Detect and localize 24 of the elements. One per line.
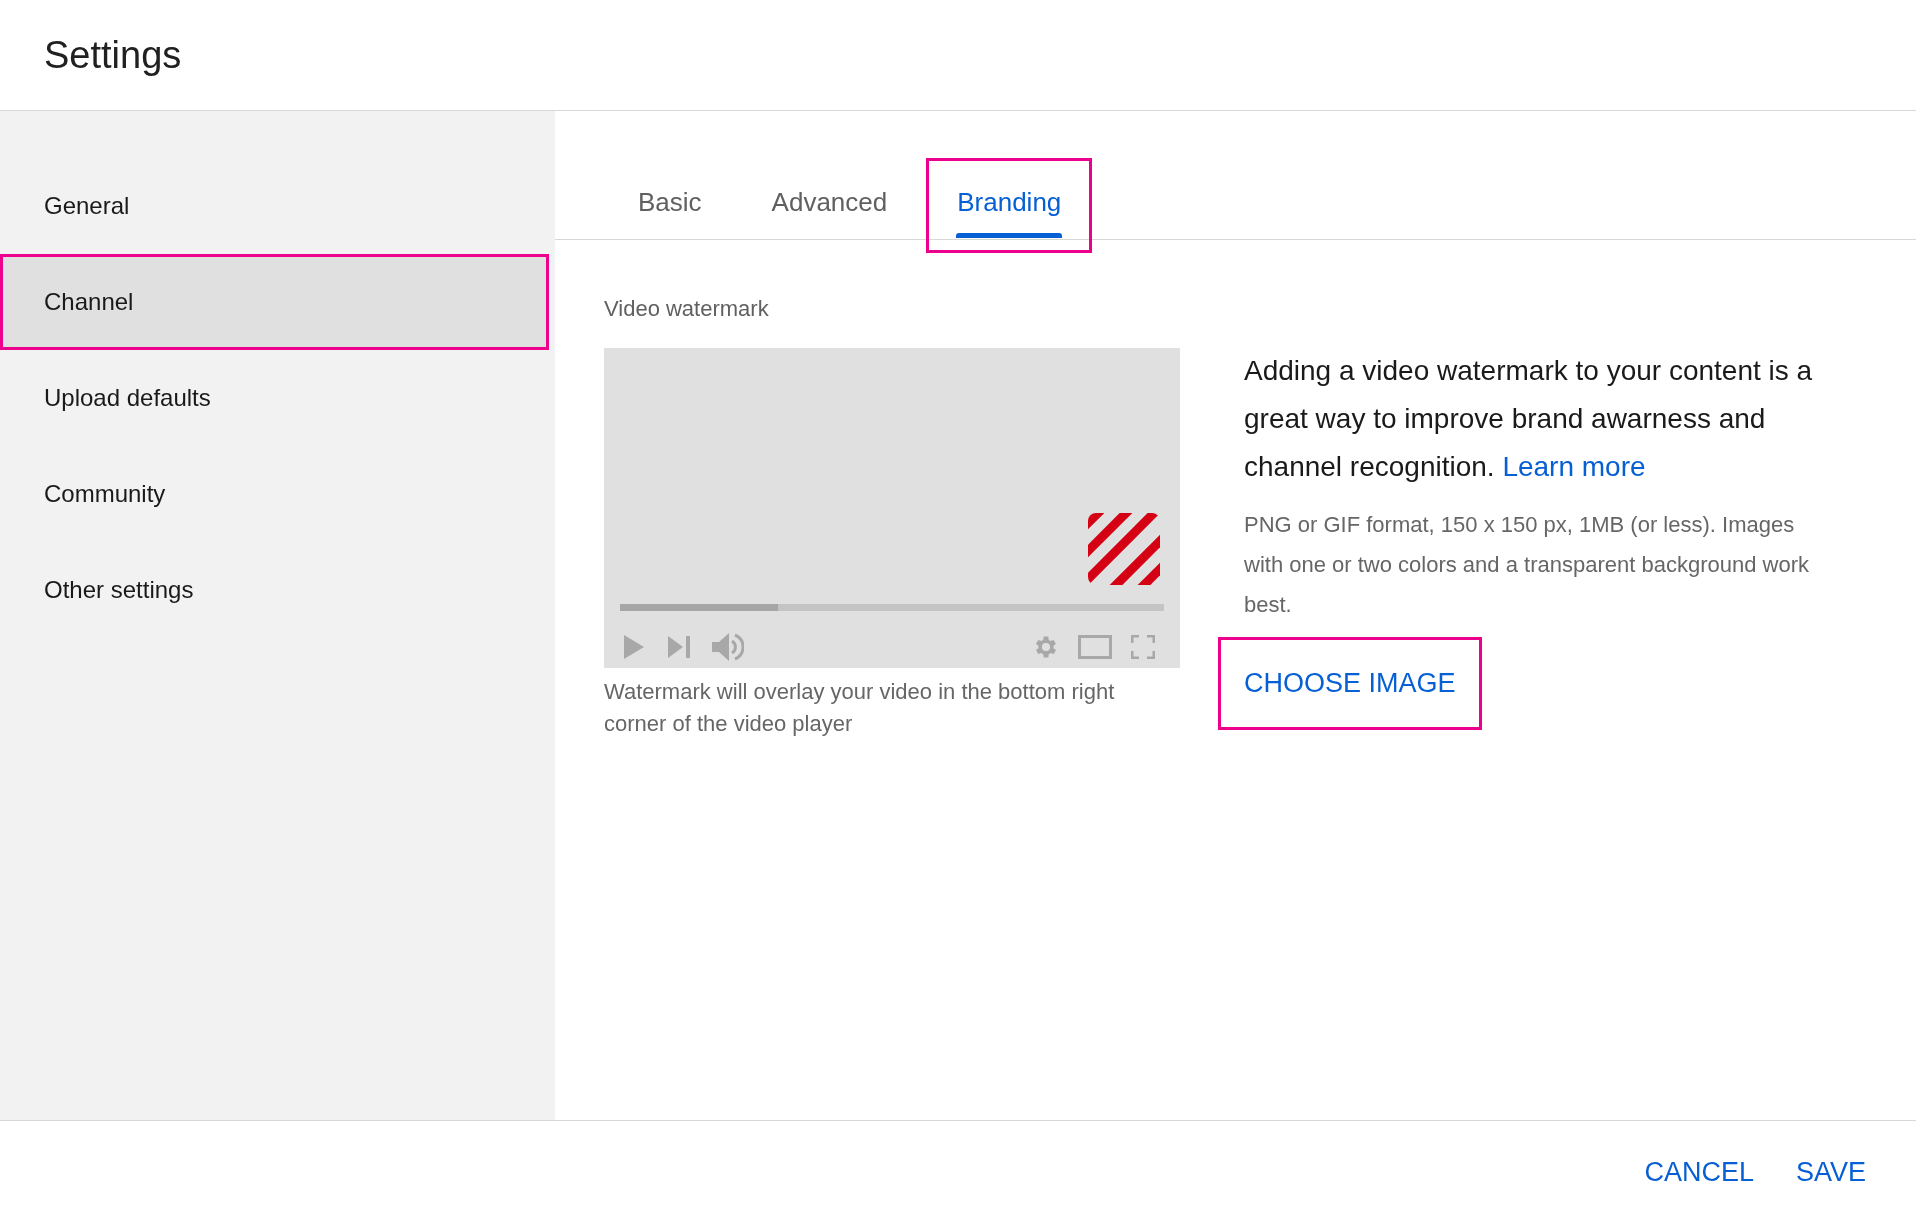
skip-next-icon[interactable] <box>668 636 690 658</box>
sidebar-item[interactable]: Community <box>0 446 549 542</box>
sidebar-item[interactable]: Channel <box>0 254 549 350</box>
preview-caption: Watermark will overlay your video in the bottom right corner of the video player <box>604 678 1116 738</box>
tab[interactable]: Branding <box>926 158 1093 253</box>
volume-icon[interactable] <box>712 632 744 662</box>
sidebar-item[interactable]: General <box>0 158 549 254</box>
settings-title: Settings <box>44 33 182 77</box>
play-icon[interactable] <box>624 635 644 659</box>
fullscreen-icon[interactable] <box>1131 635 1155 659</box>
sidebar-item[interactable]: Other settings <box>0 542 549 638</box>
theater-mode-icon[interactable] <box>1078 635 1112 659</box>
section-title: Video watermark <box>604 296 770 322</box>
watermark-icon <box>1088 513 1160 585</box>
watermark-description: Adding a video watermark to your content is a great way to improve brand awarness and channel recognition. Learn more <box>1244 354 1814 484</box>
sidebar-item[interactable]: Upload defaults <box>0 350 549 446</box>
tab[interactable]: Advanced <box>740 158 919 253</box>
save-button[interactable]: SAVE <box>1781 1147 1880 1198</box>
tab[interactable]: Basic <box>607 158 733 253</box>
learn-more-link[interactable]: Learn more <box>1502 451 1646 482</box>
progress-track[interactable] <box>620 604 1164 611</box>
cancel-button[interactable]: CANCEL <box>1630 1147 1768 1198</box>
image-requirements: PNG or GIF format, 150 x 150 px, 1MB (or less). Images with one or two colors and a transparent background work best. <box>1244 511 1810 619</box>
choose-image-button[interactable]: CHOOSE IMAGE <box>1218 637 1482 730</box>
